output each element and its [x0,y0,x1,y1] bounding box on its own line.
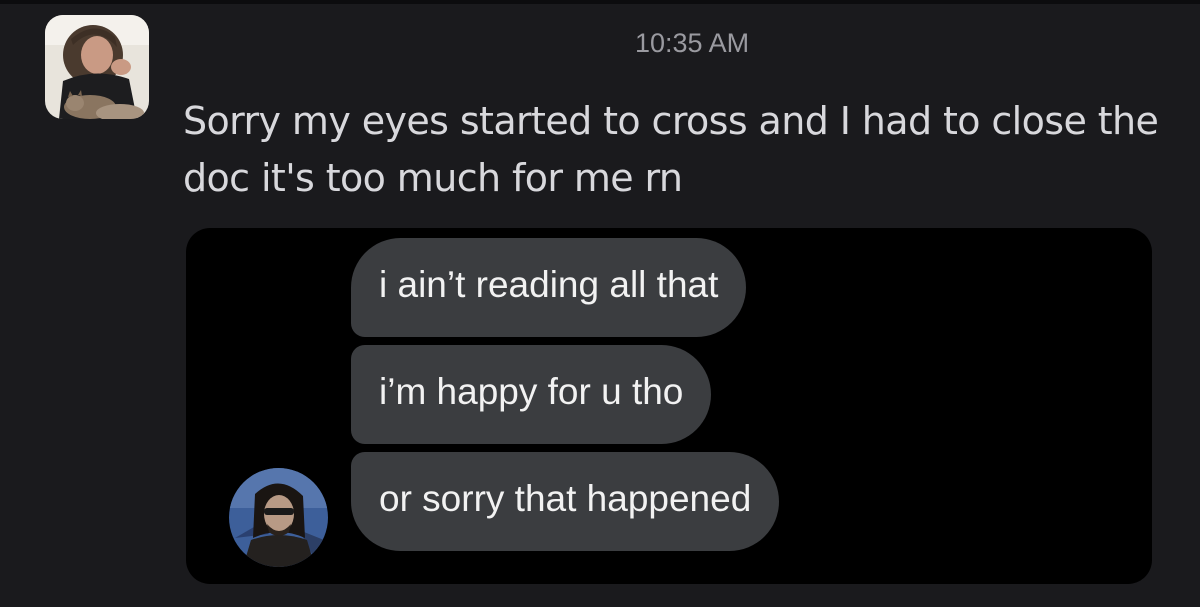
sender-avatar-photo [229,468,328,567]
sender-avatar [229,468,328,567]
top-edge [0,0,1200,4]
chat-bubble: i’m happy for u tho [351,345,712,444]
chat-bubble: i ain’t reading all that [351,238,747,337]
image-attachment[interactable]: i ain’t reading all that i’m happy for u… [186,228,1152,584]
chat-bubble-text: i’m happy for u tho [379,370,684,412]
chat-bubble-text: i ain’t reading all that [379,263,719,305]
chat-bubble: or sorry that happened [351,452,780,551]
message-timestamp: 10:35 AM [635,28,750,58]
user-avatar[interactable] [45,15,149,119]
chat-bubble-text: or sorry that happened [379,477,752,519]
user-avatar-photo [45,15,149,119]
message-text: Sorry my eyes started to cross and I had… [183,99,1159,200]
